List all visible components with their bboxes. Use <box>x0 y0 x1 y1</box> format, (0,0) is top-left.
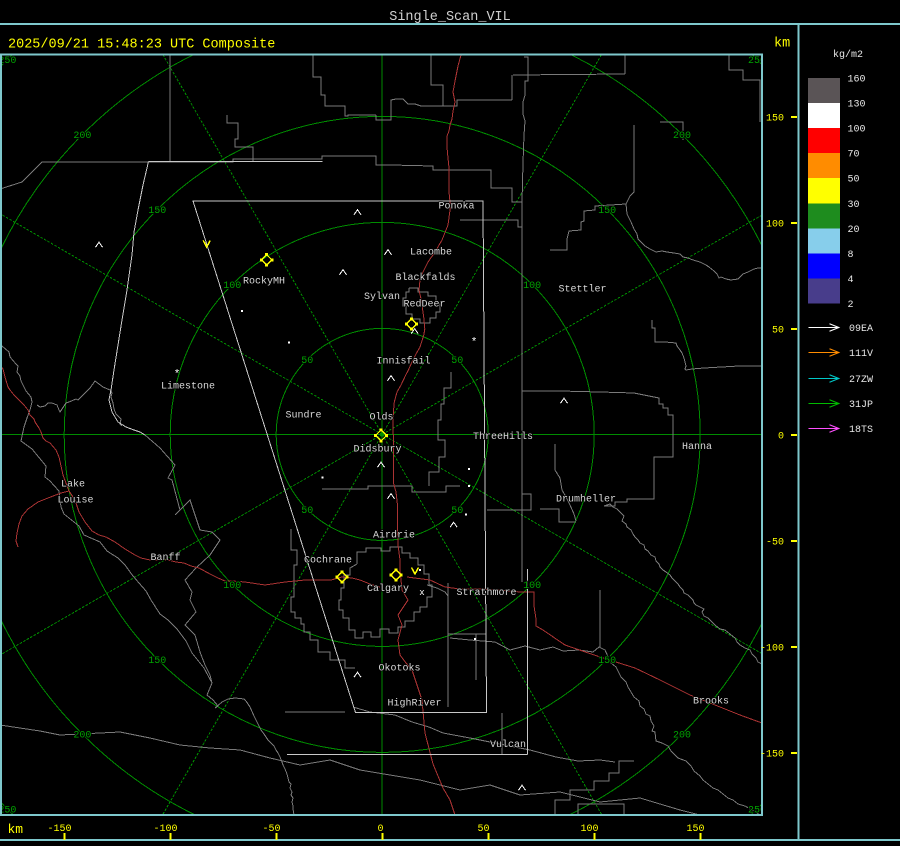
svg-text:100: 100 <box>223 581 241 592</box>
svg-text:50: 50 <box>301 356 313 367</box>
svg-text:2025/09/21 15:48:23 UTC Compos: 2025/09/21 15:48:23 UTC Composite <box>8 38 275 53</box>
svg-text:18TS: 18TS <box>849 425 873 436</box>
svg-text:50: 50 <box>451 506 463 517</box>
svg-text:Hanna: Hanna <box>682 442 712 453</box>
svg-text:4: 4 <box>848 275 854 286</box>
svg-text:20: 20 <box>848 225 860 236</box>
svg-text:50: 50 <box>301 506 313 517</box>
svg-text:Sundre: Sundre <box>285 410 321 422</box>
svg-text:Ponoka: Ponoka <box>438 201 474 213</box>
svg-text:100: 100 <box>523 581 541 592</box>
svg-text:8: 8 <box>848 250 854 261</box>
svg-text:100: 100 <box>523 281 541 292</box>
svg-text:70: 70 <box>848 150 860 161</box>
svg-text:x: x <box>419 588 424 598</box>
svg-text:50: 50 <box>451 356 463 367</box>
svg-text:100: 100 <box>848 125 866 136</box>
svg-text:100: 100 <box>223 281 241 292</box>
svg-text:2: 2 <box>848 300 854 311</box>
svg-text:*: * <box>174 369 181 381</box>
svg-text:Innisfail: Innisfail <box>376 356 430 368</box>
svg-text:200: 200 <box>673 731 691 742</box>
svg-text:150: 150 <box>148 656 166 667</box>
svg-text:Vulcan: Vulcan <box>490 739 526 751</box>
svg-text:-100: -100 <box>760 644 784 655</box>
svg-text:30: 30 <box>848 200 860 211</box>
svg-text:Calgary: Calgary <box>367 583 409 595</box>
svg-text:Lacombe: Lacombe <box>410 247 452 259</box>
svg-text:31JP: 31JP <box>849 400 873 411</box>
svg-text:200: 200 <box>73 731 91 742</box>
svg-text:-150: -150 <box>47 824 71 835</box>
svg-text:200: 200 <box>673 131 691 142</box>
svg-text:09EA: 09EA <box>849 324 873 335</box>
svg-text:Limestone: Limestone <box>161 381 215 393</box>
svg-text:50: 50 <box>848 175 860 186</box>
svg-text:150: 150 <box>766 114 784 125</box>
svg-text:100: 100 <box>580 824 598 835</box>
svg-text:kg/m2: kg/m2 <box>833 49 863 61</box>
svg-text:27ZW: 27ZW <box>849 375 873 386</box>
svg-text:*: * <box>471 337 478 349</box>
svg-text:150: 150 <box>598 656 616 667</box>
svg-text:200: 200 <box>73 131 91 142</box>
svg-text:ThreeHills: ThreeHills <box>473 431 533 443</box>
svg-text:Olds: Olds <box>369 412 393 424</box>
svg-text:250: 250 <box>0 56 16 67</box>
svg-text:100: 100 <box>766 220 784 231</box>
svg-text:Didsbury: Didsbury <box>353 444 401 456</box>
svg-text:Sylvan: Sylvan <box>364 291 400 303</box>
svg-text:150: 150 <box>598 206 616 217</box>
svg-text:Banff: Banff <box>150 552 180 564</box>
svg-text:Blackfalds: Blackfalds <box>395 272 455 284</box>
svg-text:150: 150 <box>686 824 704 835</box>
svg-text:-50: -50 <box>766 538 784 549</box>
svg-text:Cochrane: Cochrane <box>304 555 352 567</box>
svg-text:Airdrie: Airdrie <box>373 530 415 542</box>
svg-text:160: 160 <box>848 75 866 86</box>
svg-text:Single_Scan_VIL: Single_Scan_VIL <box>389 10 511 25</box>
svg-text:Okotoks: Okotoks <box>378 663 420 675</box>
svg-text:0: 0 <box>778 432 784 443</box>
svg-text:-100: -100 <box>153 824 177 835</box>
svg-text:Strathmore: Strathmore <box>456 587 516 599</box>
svg-text:Louise: Louise <box>57 495 93 507</box>
svg-text:50: 50 <box>772 326 784 337</box>
svg-text:-150: -150 <box>760 750 784 761</box>
svg-text:150: 150 <box>148 206 166 217</box>
svg-text:Stettler: Stettler <box>558 284 606 296</box>
svg-text:Brooks: Brooks <box>693 696 729 708</box>
svg-text:Drumheller: Drumheller <box>556 494 616 506</box>
svg-text:-50: -50 <box>262 824 280 835</box>
svg-text:HighRiver: HighRiver <box>387 698 441 710</box>
svg-text:Lake: Lake <box>61 479 85 491</box>
svg-text:RockyMH: RockyMH <box>243 276 285 288</box>
svg-text:RedDeer: RedDeer <box>403 299 445 311</box>
svg-text:km: km <box>8 822 24 837</box>
svg-text:130: 130 <box>848 100 866 111</box>
svg-text:111V: 111V <box>849 349 873 360</box>
svg-text:km: km <box>774 37 790 52</box>
